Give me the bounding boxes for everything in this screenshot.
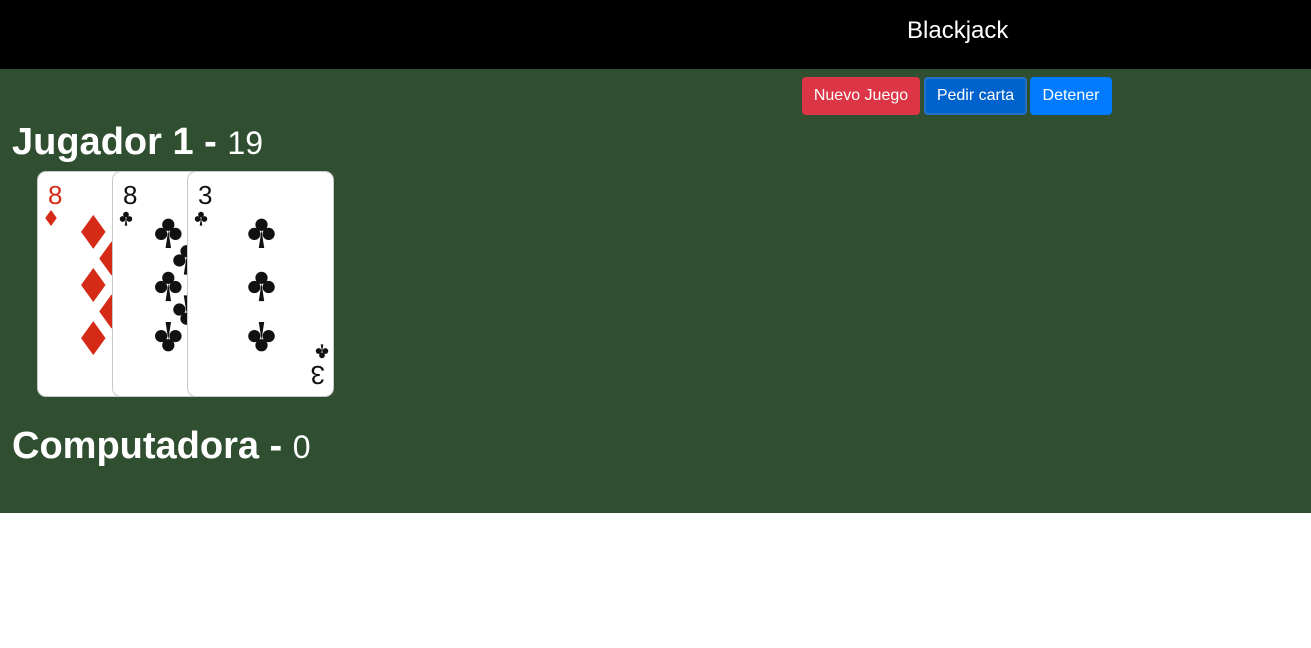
computer-heading: Computadora - 0 — [12, 424, 311, 469]
new-game-button[interactable]: Nuevo Juego — [802, 77, 920, 115]
computer-name: Computadora — [12, 425, 259, 467]
player-heading: Jugador 1 - 19 — [12, 120, 263, 165]
player-cards: 888888333 — [37, 171, 357, 401]
computer-score: 0 — [292, 429, 311, 465]
svg-text:8: 8 — [48, 180, 62, 210]
svg-text:3: 3 — [311, 360, 325, 390]
app-title: Blackjack — [907, 17, 1009, 44]
player-name: Jugador 1 — [12, 121, 194, 163]
hit-button[interactable]: Pedir carta — [924, 77, 1027, 115]
playing-card: 333 — [187, 171, 334, 397]
player-separator: - — [193, 121, 228, 163]
svg-text:3: 3 — [198, 180, 212, 210]
game-table: Nuevo Juego Pedir carta Detener Jugador … — [0, 69, 1311, 513]
top-navbar: Blackjack — [0, 0, 1311, 69]
computer-separator: - — [259, 425, 293, 467]
svg-text:8: 8 — [123, 180, 137, 210]
stand-button[interactable]: Detener — [1030, 77, 1112, 115]
player-score: 19 — [227, 125, 263, 161]
